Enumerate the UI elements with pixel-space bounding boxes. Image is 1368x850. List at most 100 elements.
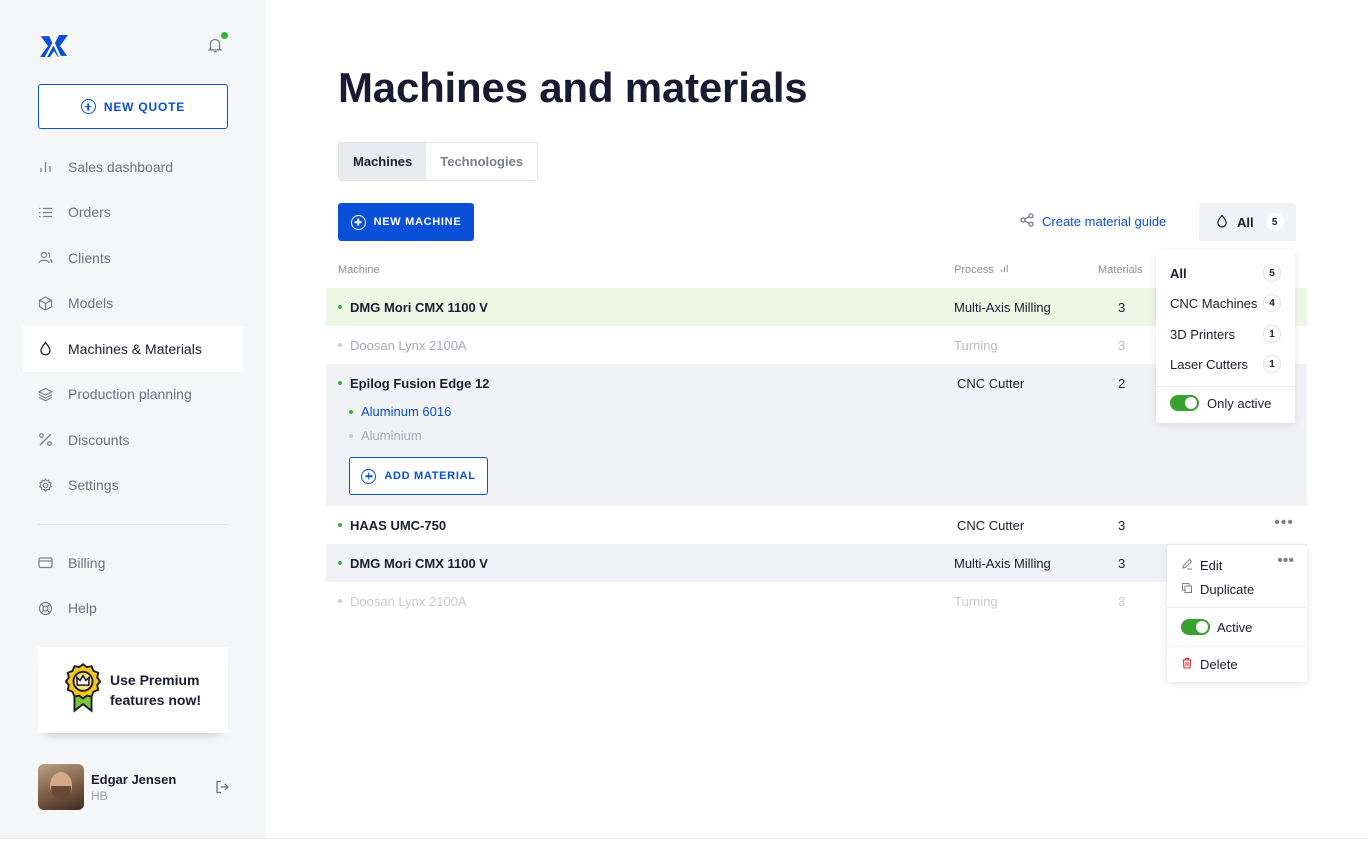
column-header-process-label: Process xyxy=(954,264,994,276)
copy-icon xyxy=(1181,582,1193,597)
avatar[interactable] xyxy=(38,764,84,810)
sidebar-item-orders[interactable]: Orders xyxy=(23,190,243,236)
only-active-toggle[interactable] xyxy=(1170,395,1199,411)
sidebar-item-machines-materials[interactable]: Machines & Materials xyxy=(23,326,243,372)
machine-name-cell: HAAS UMC-750 xyxy=(338,506,446,544)
filter-option-label: Laser Cutters xyxy=(1170,356,1249,372)
table-row[interactable]: HAAS UMC-750 CNC Cutter 3 ••• xyxy=(326,506,1307,544)
filter-option-all[interactable]: All 5 xyxy=(1170,263,1281,283)
table-row[interactable]: Doosan Lynx 2100A Turning 3 xyxy=(326,582,1307,620)
create-material-guide-label: Create material guide xyxy=(1042,214,1167,229)
column-header-process[interactable]: Process xyxy=(954,264,1009,276)
percent-icon xyxy=(38,432,53,447)
more-options-icon[interactable]: ••• xyxy=(1274,515,1294,531)
sidebar-item-label: Machines & Materials xyxy=(68,340,202,357)
machine-filter-button[interactable]: All 5 xyxy=(1199,203,1296,241)
sidebar-item-discounts[interactable]: Discounts xyxy=(23,417,243,463)
user-org: HB xyxy=(91,788,108,803)
sidebar-item-label: Models xyxy=(68,295,114,312)
menu-item-label: Duplicate xyxy=(1200,582,1255,597)
cube-icon xyxy=(38,296,53,311)
status-dot xyxy=(338,343,342,347)
brand-logo-icon[interactable] xyxy=(38,31,70,61)
status-dot xyxy=(349,433,353,438)
machine-name: Doosan Lynx 2100A xyxy=(350,337,467,353)
notification-dot xyxy=(221,32,228,39)
premium-line-1: Use Premium xyxy=(110,672,200,688)
list-icon xyxy=(38,205,53,220)
more-options-icon[interactable]: ••• xyxy=(1277,553,1294,569)
sidebar-item-clients[interactable]: Clients xyxy=(23,235,243,281)
sidebar-item-help[interactable]: Help xyxy=(23,586,243,632)
status-dot xyxy=(338,561,342,565)
menu-item-label: Edit xyxy=(1200,558,1223,573)
only-active-label: Only active xyxy=(1207,395,1272,411)
lifebuoy-icon xyxy=(38,601,53,616)
sidebar-item-settings[interactable]: Settings xyxy=(23,463,243,509)
premium-promo-card[interactable]: Use Premium features now! xyxy=(38,647,228,733)
status-dot xyxy=(338,305,342,309)
filter-option-cnc-machines[interactable]: CNC Machines 4 xyxy=(1170,293,1281,313)
sidebar-item-models[interactable]: Models xyxy=(23,281,243,327)
avatar-beard xyxy=(51,786,71,799)
tab-technologies[interactable]: Technologies xyxy=(426,143,538,180)
tab-machines[interactable]: Machines xyxy=(339,143,427,180)
machine-name: DMG Mori CMX 1100 V xyxy=(350,299,488,315)
sidebar-item-billing[interactable]: Billing xyxy=(23,540,243,586)
materials-count-cell: 3 xyxy=(1118,555,1126,571)
sidebar-item-sales-dashboard[interactable]: Sales dashboard xyxy=(23,144,243,190)
materials-count-cell: 3 xyxy=(1118,337,1126,353)
menu-item-edit[interactable]: Edit xyxy=(1181,558,1222,573)
premium-promo-text: Use Premium features now! xyxy=(110,670,201,710)
material-name: Aluminium xyxy=(361,428,422,443)
new-quote-button[interactable]: NEW QUOTE xyxy=(38,84,228,129)
filter-option-label: 3D Printers xyxy=(1170,326,1236,342)
status-dot xyxy=(338,523,342,527)
menu-item-active[interactable]: Active xyxy=(1181,619,1252,635)
machine-name-cell: Epilog Fusion Edge 12 xyxy=(338,364,489,402)
user-profile[interactable]: Edgar Jensen HB xyxy=(38,764,230,810)
plus-circle-icon xyxy=(350,214,366,230)
menu-item-delete[interactable]: Delete xyxy=(1181,657,1238,672)
sidebar-item-label: Orders xyxy=(68,204,111,221)
active-toggle[interactable] xyxy=(1181,619,1210,635)
create-material-guide-link[interactable]: Create material guide xyxy=(1020,213,1166,230)
process-cell: Turning xyxy=(954,593,998,609)
machine-name: Epilog Fusion Edge 12 xyxy=(350,375,490,391)
column-header-materials[interactable]: Materials xyxy=(1098,264,1143,276)
sidebar-divider xyxy=(38,524,228,525)
sidebar-item-label: Sales dashboard xyxy=(68,158,174,175)
materials-count-cell: 3 xyxy=(1118,517,1126,533)
new-quote-label: NEW QUOTE xyxy=(103,99,186,114)
process-cell: Multi-Axis Milling xyxy=(954,299,1051,315)
sidebar-item-label: Settings xyxy=(68,477,119,494)
page-title: Machines and materials xyxy=(338,64,808,111)
pencil-icon xyxy=(1181,558,1193,573)
view-tabs: Machines Technologies xyxy=(338,142,539,181)
filter-option-3d-printers[interactable]: 3D Printers 1 xyxy=(1170,324,1281,344)
column-header-machine[interactable]: Machine xyxy=(338,264,380,276)
machine-name-cell: DMG Mori CMX 1100 V xyxy=(338,288,488,326)
bar-chart-icon xyxy=(38,159,53,174)
add-material-label: ADD MATERIAL xyxy=(384,470,476,482)
layers-icon xyxy=(38,387,53,402)
machine-name: HAAS UMC-750 xyxy=(350,517,447,533)
sidebar-item-production-planning[interactable]: Production planning xyxy=(23,372,243,418)
machine-name-cell: DMG Mori CMX 1100 V xyxy=(338,544,488,582)
new-machine-button[interactable]: NEW MACHINE xyxy=(338,203,474,241)
machine-name-cell: Doosan Lynx 2100A xyxy=(338,582,467,620)
process-cell: CNC Cutter xyxy=(957,517,1025,533)
sidebar-item-label: Clients xyxy=(68,249,111,266)
menu-item-duplicate[interactable]: Duplicate xyxy=(1181,582,1254,597)
material-item[interactable]: Aluminum 6016 xyxy=(349,404,451,419)
add-material-button[interactable]: ADD MATERIAL xyxy=(349,457,488,495)
filter-option-laser-cutters[interactable]: Laser Cutters 1 xyxy=(1170,354,1281,374)
table-row[interactable]: DMG Mori CMX 1100 V Multi-Axis Milling 3 xyxy=(326,544,1307,582)
material-item[interactable]: Aluminium xyxy=(349,428,422,443)
filter-option-count: 1 xyxy=(1263,355,1281,373)
logout-icon[interactable] xyxy=(214,779,230,795)
menu-item-label: Delete xyxy=(1200,657,1238,672)
notification-bell-icon[interactable] xyxy=(206,32,228,56)
status-dot xyxy=(338,381,342,385)
filter-option-count: 1 xyxy=(1263,325,1281,343)
